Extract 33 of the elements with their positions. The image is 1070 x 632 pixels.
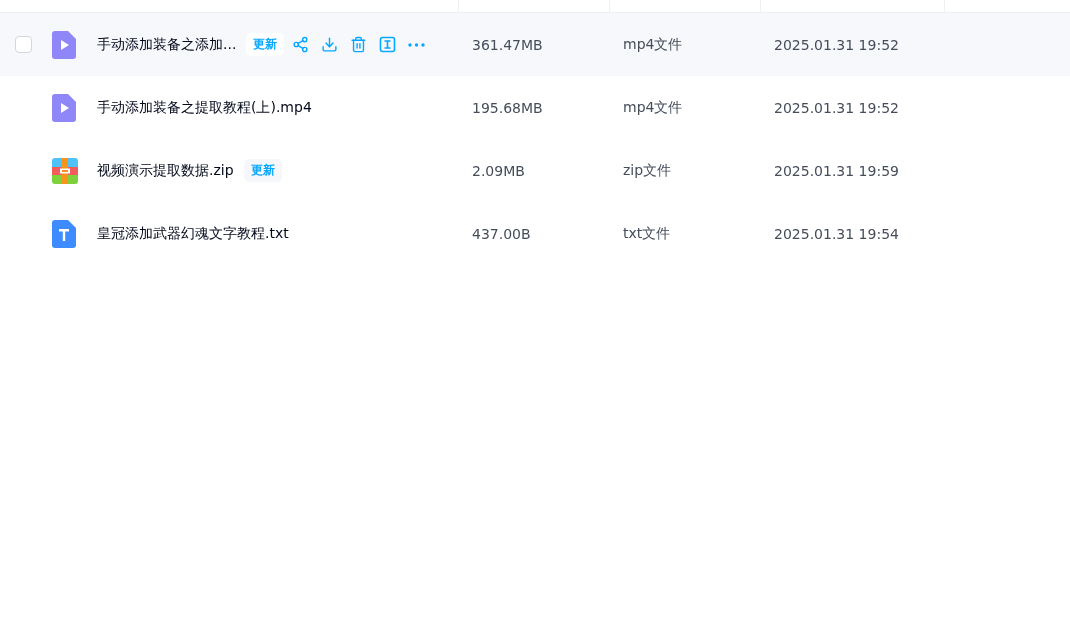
more-icon	[408, 42, 426, 47]
share-button[interactable]	[292, 36, 310, 53]
update-tag: 更新	[246, 33, 285, 56]
file-size: 361.47MB	[471, 36, 544, 53]
file-type: zip文件	[622, 161, 673, 180]
file-name[interactable]: 手动添加装备之添加...	[97, 35, 237, 54]
file-type: mp4文件	[622, 35, 684, 54]
modified-date: 2025.01.31 19:59	[773, 162, 900, 179]
file-size: 437.00B	[471, 225, 532, 242]
download-button[interactable]	[321, 36, 339, 53]
checkbox[interactable]	[14, 36, 32, 53]
file-type: txt文件	[622, 224, 672, 243]
download-icon	[321, 36, 339, 53]
text-box-icon	[379, 36, 397, 53]
share-icon	[292, 36, 310, 53]
update-tag: 更新	[243, 159, 282, 182]
file-size: 195.68MB	[471, 99, 544, 116]
trash-icon	[350, 36, 368, 53]
file-name[interactable]: 手动添加装备之提取教程(上).mp4	[97, 98, 312, 117]
archive-file-icon	[52, 157, 78, 184]
file-row[interactable]: 手动添加装备之添加... 更新 361.47MB mp4文件 2025.01.31 19:52	[0, 13, 1070, 76]
modified-date: 2025.01.31 19:52	[773, 36, 900, 53]
delete-button[interactable]	[350, 36, 368, 53]
text-file-icon	[52, 219, 76, 248]
modified-date: 2025.01.31 19:52	[773, 99, 900, 116]
modified-date: 2025.01.31 19:54	[773, 225, 900, 242]
text-button[interactable]	[379, 36, 397, 53]
file-name[interactable]: 皇冠添加武器幻魂文字教程.txt	[97, 224, 289, 243]
file-size: 2.09MB	[471, 162, 526, 179]
video-file-icon	[52, 30, 76, 59]
file-type: mp4文件	[622, 98, 684, 117]
video-file-icon	[52, 93, 76, 122]
file-name[interactable]: 视频演示提取数据.zip	[97, 161, 234, 180]
